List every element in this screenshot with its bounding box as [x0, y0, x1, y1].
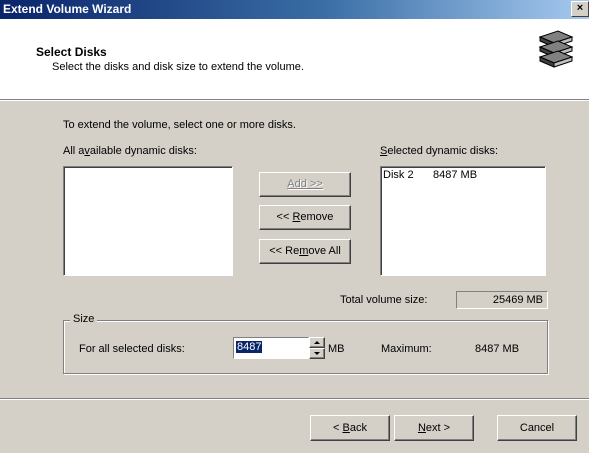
selected-disks-list[interactable]: Disk 2 8487 MB — [380, 166, 546, 276]
window-title: Extend Volume Wizard — [3, 2, 132, 16]
removeall-label-pre: << Re — [269, 245, 300, 257]
page-title: Select Disks — [36, 45, 107, 59]
available-label-pre: All a — [63, 145, 85, 157]
spin-down-button[interactable] — [309, 348, 325, 359]
add-button-label: Add >> — [287, 178, 323, 190]
remove-button[interactable]: << Remove — [259, 205, 351, 230]
next-label-post: ext > — [425, 422, 451, 434]
intro-text: To extend the volume, select one or more… — [63, 119, 296, 131]
remove-label-pre: << — [276, 211, 293, 223]
selected-label-post: elected dynamic disks: — [387, 145, 499, 157]
size-input[interactable]: 8487 — [233, 337, 309, 359]
size-spinner[interactable] — [309, 337, 325, 359]
available-label-post: ailable dynamic disks: — [89, 145, 197, 157]
add-button[interactable]: Add >> — [259, 172, 351, 197]
close-button[interactable]: × — [571, 1, 589, 17]
back-label-pre: < — [333, 422, 343, 434]
selected-disks-label: Selected dynamic disks: — [380, 145, 498, 157]
for-all-disks-label: For all selected disks: — [79, 343, 185, 355]
size-unit: MB — [328, 343, 345, 355]
close-icon: × — [576, 2, 584, 14]
back-button[interactable]: < Back — [310, 415, 390, 441]
removeall-label-post: ove All — [308, 245, 341, 257]
list-item[interactable]: Disk 2 8487 MB — [383, 169, 477, 181]
size-group-label: Size — [70, 313, 98, 325]
maximum-value: 8487 MB — [475, 343, 520, 355]
total-size-label: Total volume size: — [340, 294, 428, 306]
back-label-post: ack — [349, 422, 367, 434]
remove-all-button[interactable]: << Remove All — [259, 239, 351, 264]
header-separator-highlight — [0, 100, 589, 101]
spin-up-button[interactable] — [309, 337, 325, 348]
remove-label-post: emove — [300, 211, 334, 223]
cancel-button[interactable]: Cancel — [497, 415, 577, 441]
available-disks-list[interactable] — [63, 166, 233, 276]
disk-name: Disk 2 — [383, 169, 414, 181]
disk-stack-icon — [536, 29, 576, 73]
next-label-mnemonic: N — [417, 422, 426, 434]
chevron-up-icon — [314, 341, 320, 344]
wizard-header: Select Disks Select the disks and disk s… — [0, 19, 589, 99]
available-disks-label: All available dynamic disks: — [63, 145, 197, 157]
maximum-label: Maximum: — [381, 343, 432, 355]
back-label-mnemonic: B — [342, 422, 350, 434]
title-bar: Extend Volume Wizard × — [0, 0, 589, 19]
next-button[interactable]: Next > — [394, 415, 474, 441]
chevron-down-icon — [314, 352, 320, 355]
footer-separator-highlight — [0, 399, 589, 400]
size-input-value: 8487 — [236, 341, 263, 353]
cancel-label: Cancel — [519, 422, 555, 434]
disk-size: 8487 MB — [433, 169, 478, 181]
total-size-value: 25469 MB — [456, 291, 548, 309]
removeall-label-mnemonic: m — [299, 245, 309, 257]
page-subtitle: Select the disks and disk size to extend… — [52, 61, 304, 73]
